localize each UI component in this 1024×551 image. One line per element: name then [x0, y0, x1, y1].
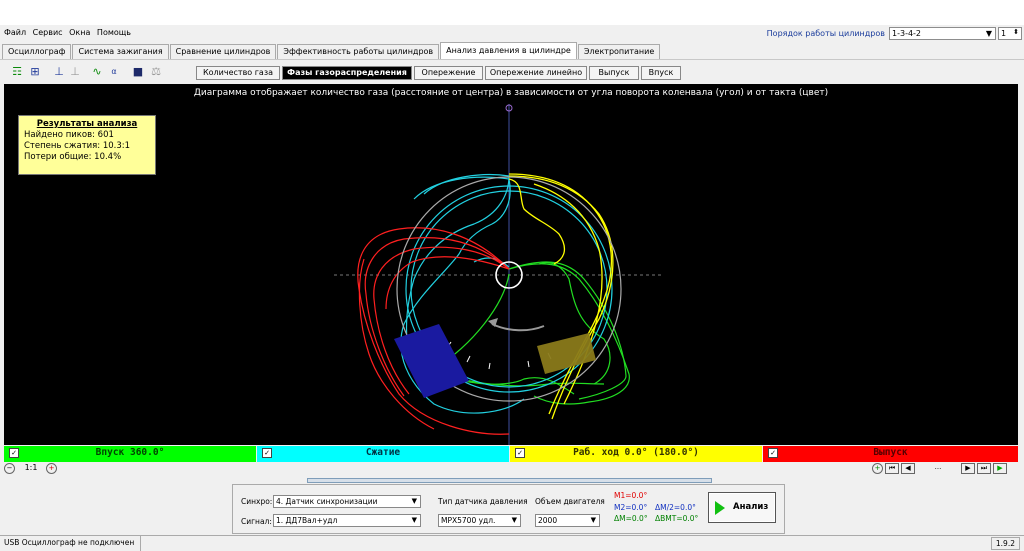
main-tabs: Осциллограф Система зажигания Сравнение … — [2, 42, 661, 59]
sync-icon[interactable]: ☶ — [10, 65, 24, 79]
subtab-advance[interactable]: Опережение — [414, 66, 483, 80]
tab-ignition[interactable]: Система зажигания — [72, 44, 169, 59]
panel-splitter[interactable] — [307, 478, 712, 483]
legend-exhaust[interactable]: ✓ Выпуск — [763, 446, 1018, 462]
legend-compression-label: Сжатие — [365, 447, 401, 458]
engine-volume-select[interactable]: 2000 ▼ — [535, 514, 600, 527]
chevron-down-icon: ▼ — [590, 516, 596, 524]
results-peaks: Найдено пиков: 601 — [24, 130, 114, 140]
tab-cylinder-efficiency[interactable]: Эффективность работы цилиндров — [277, 44, 440, 59]
subtab-exhaust[interactable]: Выпуск — [589, 66, 639, 80]
results-losses: Потери общие: 10.4% — [24, 152, 122, 162]
chevron-down-icon: ▼ — [411, 516, 417, 524]
rotation-arrow — [491, 323, 545, 332]
plot-title: Диаграмма отображает количество газа (ра… — [193, 88, 829, 98]
legend-exhaust-label: Выпуск — [873, 447, 908, 458]
marker-dbmt: ΔВМТ=0.0° — [655, 514, 699, 523]
nav-last-icon[interactable]: ⏭ — [977, 463, 991, 474]
sensor-type-select[interactable]: MPX5700 удл. ▼ — [438, 514, 521, 527]
zero-icon[interactable]: ⊥ — [68, 65, 82, 79]
legend-compression[interactable]: ✓ Сжатие — [257, 446, 509, 462]
app-window: Файл Сервис Окна Помощь Порядок работы ц… — [0, 0, 1024, 551]
polar-diagram — [334, 104, 664, 445]
signal-select[interactable]: 1. ДД7Вал+удл ▼ — [273, 514, 421, 527]
subtab-valve-timing[interactable]: Фазы газораспределения — [282, 66, 412, 80]
legend-intake-label: Впуск 360.0° — [95, 447, 165, 458]
zoom-out-icon[interactable]: − — [4, 463, 15, 474]
toolbar: ☶ ⊞ ⊥ ⊥ ∿ α ■ ⚖ Количество газа Фазы газ… — [0, 59, 1024, 82]
play-icon — [715, 501, 725, 515]
sync-value: 4. Датчик синхронизации — [276, 497, 378, 506]
cylinder-order-label: Порядок работы цилиндров — [766, 29, 885, 38]
tab-cylinder-compare[interactable]: Сравнение цилиндров — [169, 44, 277, 59]
status-bar: USB Осциллограф не подключен 1.9.2 — [0, 535, 1024, 551]
legend-intake[interactable]: ✓ Впуск 360.0° — [4, 446, 256, 462]
auto-icon[interactable]: ⊥ — [52, 65, 66, 79]
checkbox-icon[interactable]: ✓ — [768, 448, 778, 458]
controls-panel: Синхро: 4. Датчик синхронизации ▼ Сигнал:… — [232, 484, 785, 534]
version-label: 1.9.2 — [990, 537, 1020, 550]
cylinder-number-value: 1 — [1001, 29, 1007, 38]
cylinder-order-select[interactable]: 1-3-4-2 ▼ — [889, 27, 996, 40]
marker-dm: ΔМ=0.0° — [614, 514, 648, 523]
menu-windows[interactable]: Окна — [69, 25, 90, 41]
results-panel: Результаты анализа Найдено пиков: 601 Ст… — [18, 115, 156, 175]
legend-power[interactable]: ✓ Раб. ход 0.0° (180.0°) — [510, 446, 762, 462]
nav-position: ... — [917, 463, 959, 474]
engine-volume-value: 2000 — [538, 516, 558, 525]
subtab-gas-amount[interactable]: Количество газа — [196, 66, 280, 80]
menu-help[interactable]: Помощь — [97, 25, 131, 41]
legend-power-label: Раб. ход 0.0° (180.0°) — [573, 447, 699, 458]
zoom-row: − 1:1 + + ⏮ ◀ ... ▶ ⏭ ▶ — [0, 462, 1024, 475]
cylinder-order: Порядок работы цилиндров 1-3-4-2 ▼ 1 ⬍ — [767, 27, 1024, 40]
cylinder-number-spinner[interactable]: 1 ⬍ — [998, 27, 1022, 40]
tab-oscilloscope[interactable]: Осциллограф — [2, 44, 72, 59]
nav-next-icon[interactable]: ▶ — [961, 463, 975, 474]
marker-m1: М1=0.0° — [614, 491, 648, 500]
nav-first-icon[interactable]: ⏮ — [885, 463, 899, 474]
sensor-type-label: Тип датчика давления — [438, 497, 528, 506]
sensor-type-value: MPX5700 удл. — [441, 516, 496, 525]
curve-icon[interactable]: ∿ — [90, 65, 104, 79]
analyze-button-label: Анализ — [733, 502, 769, 512]
cylinder-order-value: 1-3-4-2 — [892, 29, 922, 38]
compare-icon[interactable]: ⚖ — [149, 65, 163, 79]
menu-service[interactable]: Сервис — [33, 25, 63, 41]
nav-add-icon[interactable]: + — [872, 463, 883, 474]
chevron-down-icon: ▼ — [511, 516, 517, 524]
chevron-down-icon: ▼ — [985, 29, 992, 38]
checkbox-icon[interactable]: ✓ — [262, 448, 272, 458]
sync-select[interactable]: 4. Датчик синхронизации ▼ — [273, 495, 421, 508]
alpha-icon[interactable]: α — [107, 65, 121, 79]
zoom-ratio: 1:1 — [17, 463, 45, 474]
checkbox-icon[interactable]: ✓ — [515, 448, 525, 458]
results-header: Результаты анализа — [36, 119, 138, 129]
signal-label: Сигнал: — [241, 517, 272, 526]
title-strip — [0, 0, 1024, 25]
zoom-in-icon[interactable]: + — [46, 463, 57, 474]
hz-icon[interactable]: ⊞ — [28, 65, 42, 79]
nav-prev-icon[interactable]: ◀ — [901, 463, 915, 474]
spinner-arrows-icon: ⬍ — [1013, 28, 1019, 36]
checkbox-icon[interactable]: ✓ — [9, 448, 19, 458]
play-icon[interactable]: ▶ — [993, 463, 1007, 474]
save-icon[interactable]: ■ — [131, 65, 145, 79]
engine-volume-label: Объем двигателя — [535, 497, 605, 506]
subtab-advance-linear[interactable]: Опережение линейно — [485, 66, 587, 80]
marker-dm2: ΔМ/2=0.0° — [655, 503, 696, 512]
analyze-button[interactable]: Анализ — [708, 492, 776, 523]
status-text: USB Осциллограф не подключен — [4, 536, 142, 551]
marker-m2: М2=0.0° — [614, 503, 648, 512]
signal-value: 1. ДД7Вал+удл — [276, 516, 338, 525]
tab-power[interactable]: Электропитание — [577, 44, 661, 59]
polar-plot[interactable]: Диаграмма отображает количество газа (ра… — [4, 84, 1018, 445]
tab-pressure-analysis[interactable]: Анализ давления в цилиндре — [440, 42, 577, 59]
menu-file[interactable]: Файл — [4, 25, 26, 41]
subtab-intake[interactable]: Впуск — [641, 66, 681, 80]
exhaust-valve-marker — [537, 333, 596, 374]
intake-valve-marker — [394, 324, 469, 398]
results-compression: Степень сжатия: 10.3:1 — [24, 141, 131, 151]
sync-label: Синхро: — [241, 497, 273, 506]
chevron-down-icon: ▼ — [411, 497, 417, 505]
